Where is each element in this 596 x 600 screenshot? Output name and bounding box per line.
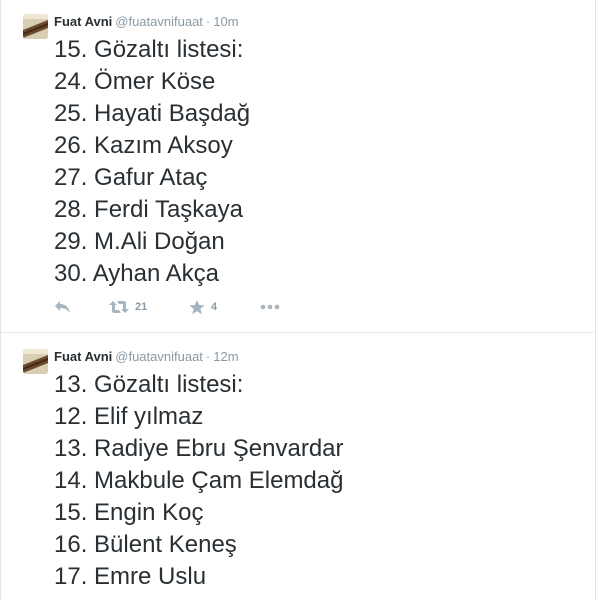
avatar[interactable] [23,14,48,39]
tweet-line: 26. Kazım Aksoy [54,132,233,159]
author-fullname[interactable]: Fuat Avni [54,14,112,29]
favorite-count: 4 [211,301,218,313]
author-username[interactable]: @fuatavnifuaat [115,14,203,29]
tweet-line: 15. Engin Koç [54,499,204,526]
tweet-header: Fuat Avni @fuatavnifuaat · 10m [54,14,239,30]
avatar-image [23,349,48,374]
tweet-text: 13. Gözaltı listesi: 12. Elif yılmaz 13.… [54,369,344,593]
tweet-actions: 21 4 [54,296,314,318]
tweet-line: 13. Gözaltı listesi: [54,371,244,398]
header-separator: · [205,349,211,364]
reply-button[interactable] [54,296,71,318]
reply-icon [55,301,70,313]
retweet-count: 21 [135,301,148,313]
tweet-line: 14. Makbule Çam Elemdağ [54,467,344,494]
retweet-button[interactable]: 21 [109,296,147,318]
tweet-line: 24. Ömer Köse [54,68,216,95]
tweet-line: 29. M.Ali Doğan [54,228,225,255]
author-username[interactable]: @fuatavnifuaat [115,349,203,364]
tweet[interactable]: Fuat Avni @fuatavnifuaat · 12m 13. Gözaltı … [1,334,595,600]
header-separator: · [205,14,211,29]
tweet[interactable]: Fuat Avni @fuatavnifuaat · 10m 15. Gözaltı … [1,0,595,333]
avatar-image [23,14,48,39]
avatar[interactable] [23,349,48,374]
tweet-line: 17. Emre Uslu [54,563,207,590]
tweet-line: 27. Gafur Ataç [54,164,208,191]
tweet-line: 30. Ayhan Akça [54,260,220,287]
tweet-timestamp[interactable]: 10m [213,14,238,29]
more-dots-icon [260,304,280,310]
retweet-icon [109,301,129,313]
tweet-timestamp[interactable]: 12m [213,349,238,364]
tweet-line: 28. Ferdi Taşkaya [54,196,243,223]
tweet-line: 25. Hayati Başdağ [54,100,251,127]
tweet-line: 12. Elif yılmaz [54,403,204,430]
tweet-text: 15. Gözaltı listesi: 24. Ömer Köse 25. H… [54,34,250,290]
tweet-line: 15. Gözaltı listesi: [54,36,244,63]
tweet-line: 13. Radiye Ebru Şenvardar [54,435,344,462]
favorite-button[interactable]: 4 [189,296,217,318]
more-button[interactable] [260,296,280,318]
tweet-line: 16. Bülent Keneş [54,531,237,558]
star-icon [189,299,205,314]
timeline: Fuat Avni @fuatavnifuaat · 10m 15. Gözaltı … [0,0,596,600]
author-fullname[interactable]: Fuat Avni [54,349,112,364]
tweet-header: Fuat Avni @fuatavnifuaat · 12m [54,349,239,365]
